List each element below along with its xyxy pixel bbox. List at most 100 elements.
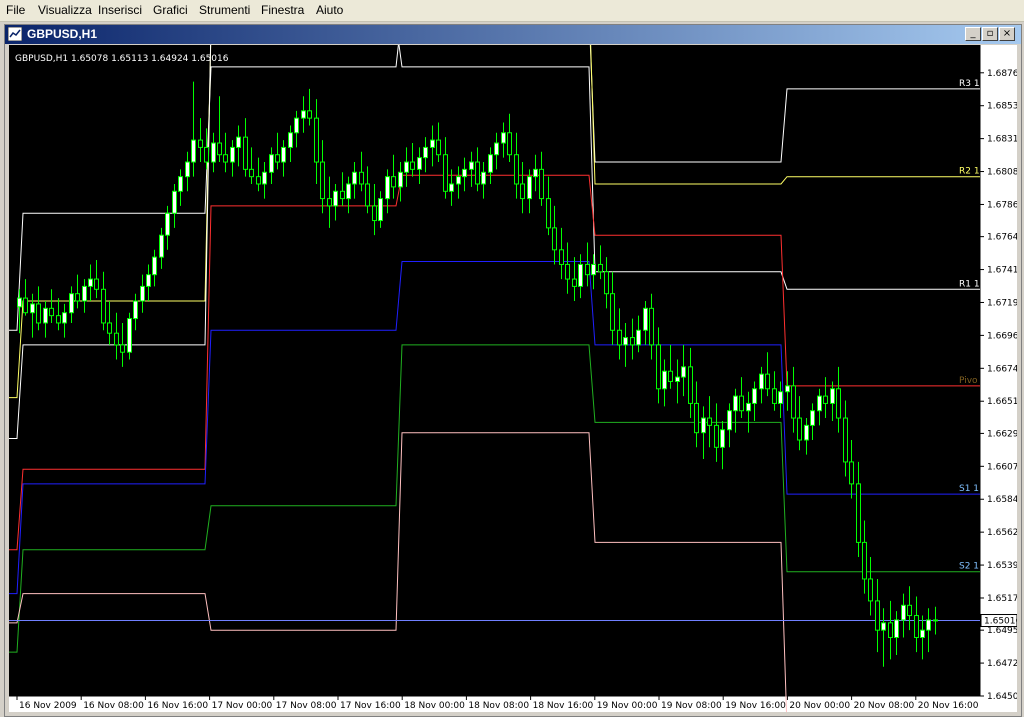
candle-body <box>817 395 822 412</box>
candle-body <box>217 142 222 156</box>
candle-body <box>140 285 145 302</box>
menu-aiuto[interactable]: Aiuto <box>316 3 343 17</box>
price-tick-label: 1.68535 <box>987 102 1017 112</box>
level-label-S2: S2 1 <box>959 562 979 572</box>
candle-body <box>178 176 183 192</box>
candle-body <box>785 385 790 393</box>
candle-body <box>746 402 751 412</box>
candle-body <box>668 370 673 382</box>
candle-body <box>456 176 461 185</box>
candle-body <box>836 388 841 419</box>
menu-strumenti[interactable]: Strumenti <box>199 3 250 17</box>
candle-body <box>398 171 403 188</box>
menu-inserisci[interactable]: Inserisci <box>98 3 142 17</box>
candle-body <box>649 307 654 346</box>
candle-body <box>230 146 235 163</box>
candle-body <box>256 176 261 185</box>
candle-body <box>423 146 428 159</box>
candle-body <box>17 297 22 308</box>
candle-body <box>527 176 532 200</box>
candle-body <box>30 303 35 314</box>
candle-body <box>604 271 609 295</box>
price-tick-label: 1.68760 <box>987 69 1017 79</box>
candle-body <box>327 198 332 207</box>
candle-body <box>804 424 809 441</box>
candle-body <box>901 604 906 621</box>
candle-body <box>62 312 67 324</box>
time-tick-label: 17 Nov 16:00 <box>340 701 401 711</box>
level-label-R1: R1 1 <box>959 279 980 289</box>
candle-body <box>520 183 525 200</box>
price-tick-label: 1.64950 <box>987 626 1017 636</box>
time-tick-label: 19 Nov 16:00 <box>725 701 786 711</box>
menu-bar: File Visualizza Inserisci Grafici Strume… <box>0 0 1024 22</box>
candle-body <box>849 461 854 485</box>
restore-button[interactable]: ▫ <box>982 27 998 41</box>
candle-body <box>198 139 203 148</box>
menu-finestra[interactable]: Finestra <box>261 3 304 17</box>
candle-body <box>320 161 325 200</box>
minimize-button[interactable]: _ <box>965 27 981 41</box>
candle-body <box>830 388 835 404</box>
time-tick-label: 18 Nov 08:00 <box>468 701 529 711</box>
price-chart[interactable]: 1.68760 1.68535 1.68310 1.68085 1.67860 1.676… <box>9 45 1017 712</box>
menu-file[interactable]: File <box>6 3 25 17</box>
time-tick-label: 20 Nov 08:00 <box>854 701 915 711</box>
menu-grafici[interactable]: Grafici <box>153 3 188 17</box>
candle-body <box>843 417 848 463</box>
time-tick-label: 17 Nov 00:00 <box>212 701 273 711</box>
candle-body <box>69 293 74 314</box>
candle-body <box>127 318 132 353</box>
candle-body <box>191 139 196 163</box>
price-tick-label: 1.66740 <box>987 364 1017 374</box>
candle-body <box>733 395 738 412</box>
candle-body <box>314 117 319 163</box>
candle-body <box>617 329 622 346</box>
candle-body <box>223 154 228 163</box>
candle-body <box>146 274 151 287</box>
close-button[interactable]: × <box>999 27 1015 41</box>
candle-body <box>681 366 686 378</box>
candle-body <box>107 322 112 334</box>
price-tick-label: 1.67190 <box>987 298 1017 308</box>
candle-body <box>920 629 925 638</box>
candle-body <box>585 263 590 276</box>
chart-header: GBPUSD,H1 1.65078 1.65113 1.64924 1.6501… <box>15 54 229 64</box>
candle-body <box>488 154 493 173</box>
candle-body <box>211 142 216 163</box>
candle-body <box>572 278 577 287</box>
candle-body <box>875 600 880 631</box>
candle-body <box>23 297 28 314</box>
price-tick-label: 1.67860 <box>987 200 1017 210</box>
candle-body <box>365 183 370 207</box>
candle-body <box>494 142 499 156</box>
candle-body <box>675 376 680 382</box>
candle-body <box>559 249 564 265</box>
time-tick-label: 20 Nov 16:00 <box>918 701 979 711</box>
candle-body <box>359 171 364 185</box>
candle-body <box>94 278 99 290</box>
candle-body <box>765 373 770 390</box>
candle-body <box>307 110 312 119</box>
candle-body <box>862 541 867 580</box>
candle-body <box>791 385 796 419</box>
candle-body <box>720 429 725 448</box>
candle-body <box>823 395 828 404</box>
menu-visualizza[interactable]: Visualizza <box>38 3 92 17</box>
candle-body <box>507 132 512 156</box>
candle-body <box>739 395 744 412</box>
candle-body <box>43 307 48 324</box>
candle-body <box>294 117 299 134</box>
candle-body <box>552 227 557 251</box>
candle-body <box>56 315 61 324</box>
price-tick-label: 1.64500 <box>987 692 1017 702</box>
candle-body <box>656 344 661 390</box>
candle-body <box>501 132 506 144</box>
time-tick-label: 16 Nov 2009 <box>19 701 77 711</box>
candle-body <box>688 366 693 404</box>
candle-body <box>926 619 931 631</box>
candle-body <box>36 303 41 324</box>
candle-body <box>385 176 390 200</box>
window-titlebar[interactable]: GBPUSD,H1 _ ▫ × <box>5 25 1021 44</box>
candle-body <box>165 212 170 236</box>
